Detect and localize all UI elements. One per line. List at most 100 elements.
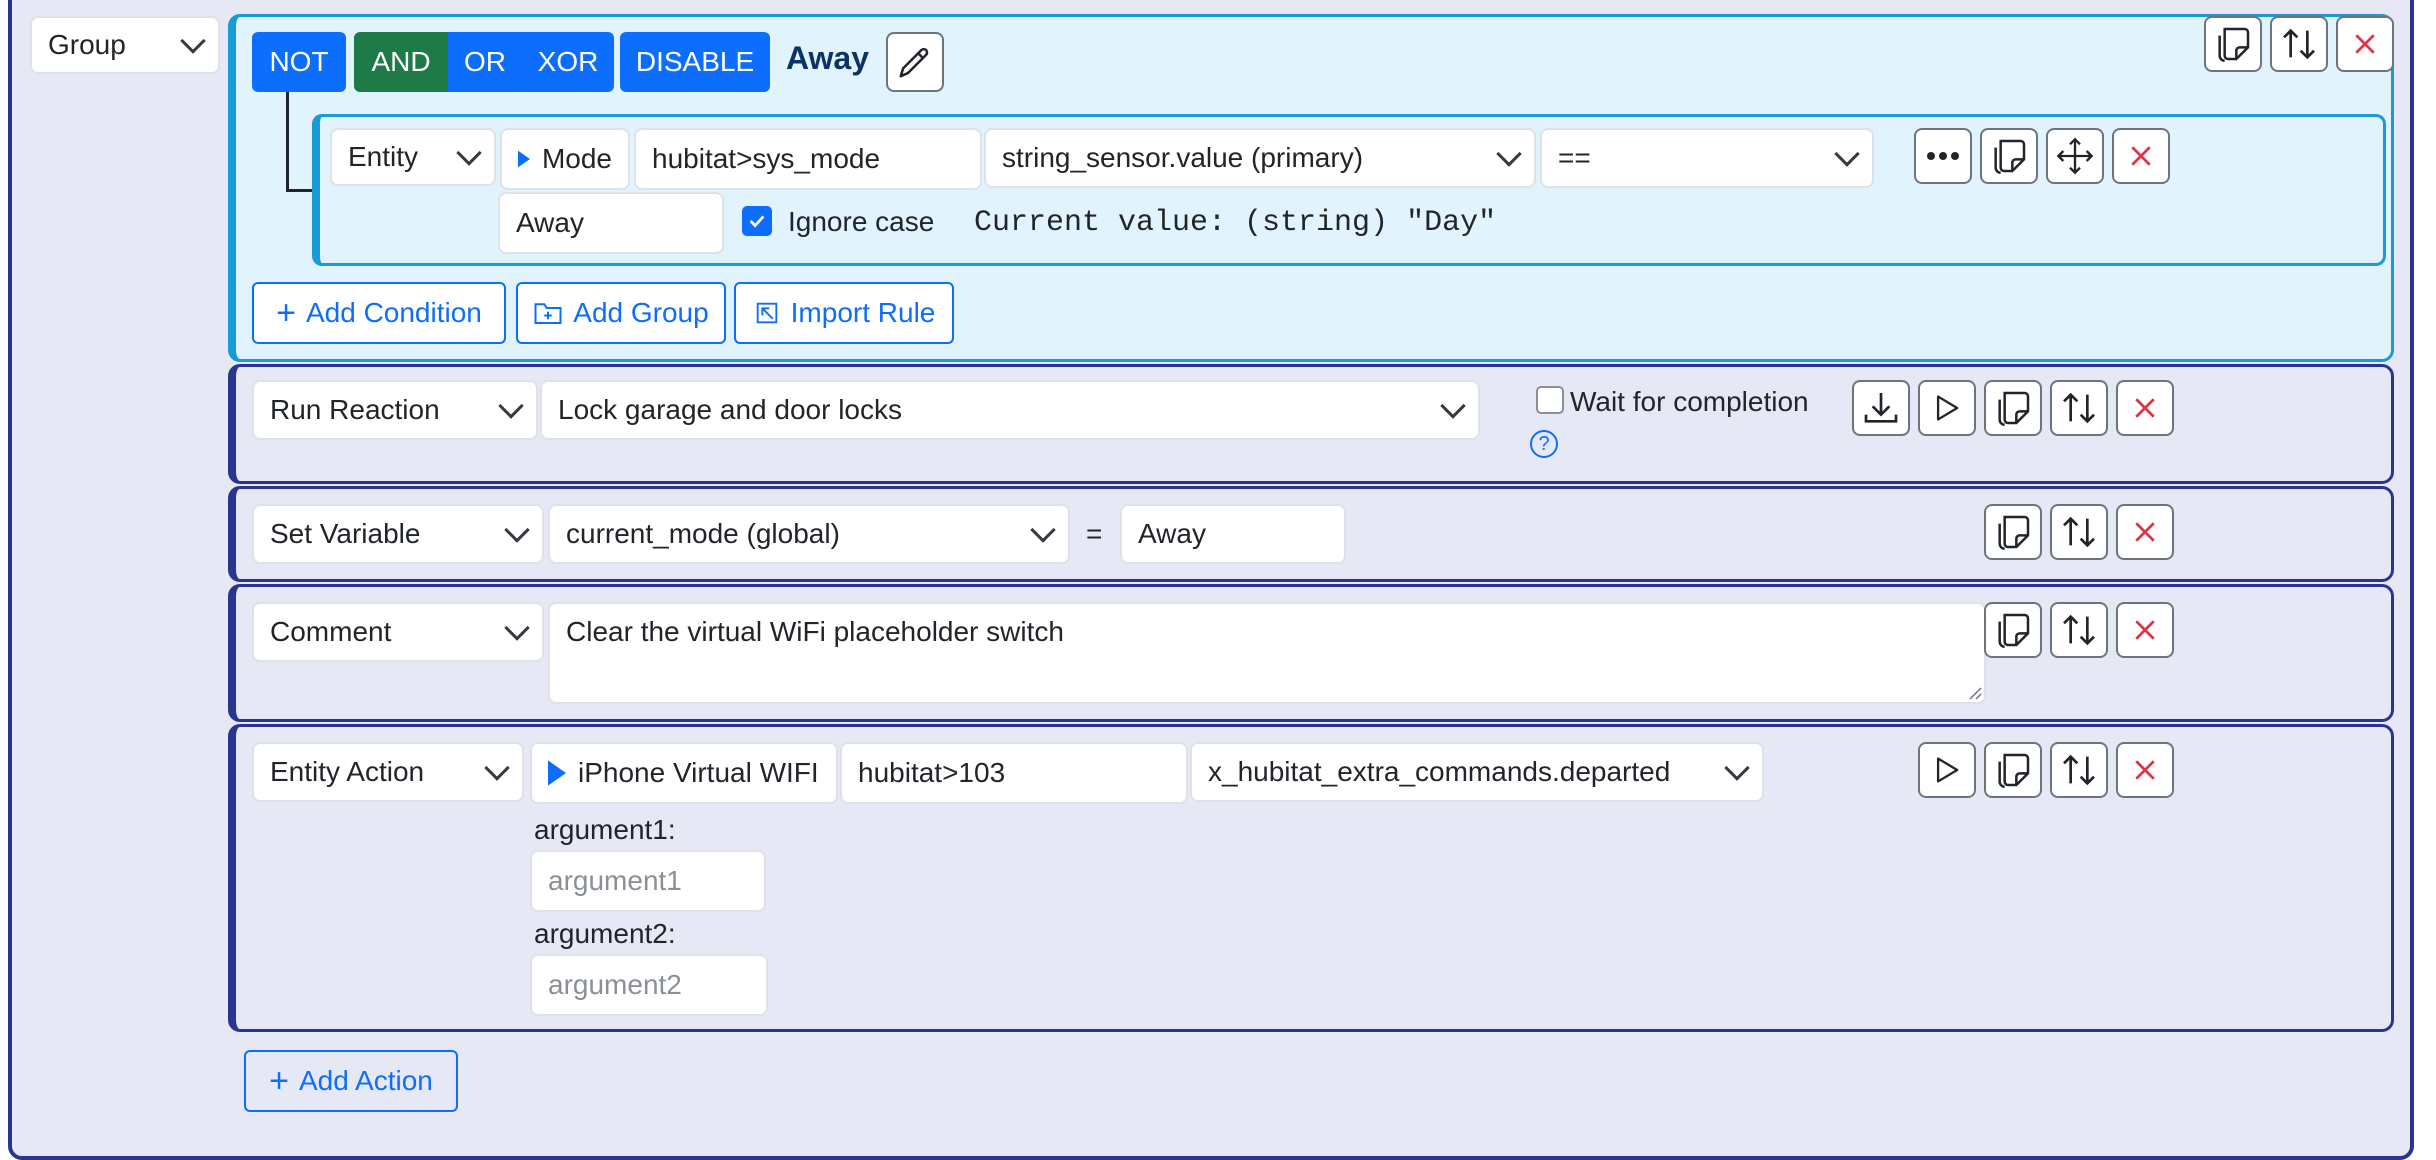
entity-id-field[interactable]: hubitat>sys_mode — [634, 128, 982, 190]
chevron-down-icon — [180, 28, 206, 54]
wait-for-completion-checkbox[interactable] — [1536, 386, 1564, 414]
delete-set-variable-button[interactable] — [2116, 504, 2174, 560]
edit-name-button[interactable] — [886, 32, 944, 92]
close-icon — [2131, 146, 2151, 166]
move-entity-action-button[interactable] — [2050, 742, 2108, 798]
add-condition-label: Add Condition — [305, 297, 482, 328]
argument1-field[interactable]: argument1 — [530, 850, 766, 912]
and-button[interactable]: AND — [354, 32, 448, 92]
sort-arrows-icon — [2063, 754, 2095, 786]
copy-condition-button[interactable] — [1980, 128, 2038, 184]
copy-set-variable-button[interactable] — [1984, 504, 2042, 560]
close-icon — [2135, 398, 2155, 418]
more-options-button[interactable] — [1914, 128, 1972, 184]
copy-icon — [1998, 753, 2030, 788]
or-button[interactable]: OR — [448, 32, 522, 92]
run-reaction-play-button[interactable] — [1918, 380, 1976, 436]
delete-condition-button[interactable] — [2112, 128, 2170, 184]
wait-for-completion-label: Wait for completion — [1570, 386, 1809, 417]
delete-group-button[interactable] — [2336, 16, 2394, 72]
move-group-button[interactable] — [2270, 16, 2328, 72]
group-type-select[interactable]: Group — [30, 16, 220, 74]
sort-arrows-icon — [2063, 392, 2095, 424]
run-reaction-type-select[interactable]: Run Reaction — [252, 380, 538, 440]
sort-arrows-icon — [2283, 28, 2315, 60]
import-rule-button[interactable]: Import Rule — [734, 282, 954, 344]
argument2-field[interactable]: argument2 — [530, 954, 768, 1016]
delete-entity-action-button[interactable] — [2116, 742, 2174, 798]
variable-select[interactable]: current_mode (global) — [548, 504, 1070, 564]
comment-textarea[interactable]: Clear the virtual WiFi placeholder switc… — [548, 602, 1986, 704]
action-entity-id-field[interactable]: hubitat>103 — [840, 742, 1188, 804]
chevron-down-icon — [484, 755, 510, 781]
play-triangle-icon — [548, 760, 566, 786]
ignore-case-checkbox[interactable] — [742, 206, 772, 236]
operator-select[interactable]: == — [1540, 128, 1874, 188]
entity-picker-button[interactable]: Mode — [500, 128, 630, 190]
action-entity-picker-button[interactable]: iPhone Virtual WIFI — [530, 742, 838, 804]
copy-group-button[interactable] — [2204, 16, 2262, 72]
not-button[interactable]: NOT — [252, 32, 346, 92]
group-type-value: Group — [48, 29, 126, 60]
reaction-select[interactable]: Lock garage and door locks — [540, 380, 1480, 440]
add-condition-button[interactable]: + Add Condition — [252, 282, 506, 344]
move-run-reaction-button[interactable] — [2050, 380, 2108, 436]
command-select[interactable]: x_hubitat_extra_commands.departed — [1190, 742, 1764, 802]
set-variable-type-select[interactable]: Set Variable — [252, 504, 544, 564]
xor-button[interactable]: XOR — [522, 32, 614, 92]
group-name: Away — [786, 40, 870, 76]
copy-icon — [1998, 613, 2030, 648]
delete-comment-button[interactable] — [2116, 602, 2174, 658]
play-icon — [1936, 395, 1959, 421]
action-entity-name: iPhone Virtual WIFI — [578, 757, 819, 788]
download-button[interactable] — [1852, 380, 1910, 436]
copy-entity-action-button[interactable] — [1984, 742, 2042, 798]
resize-handle-icon[interactable] — [1966, 684, 1982, 700]
entity-action-play-button[interactable] — [1918, 742, 1976, 798]
move-comment-button[interactable] — [2050, 602, 2108, 658]
add-action-label: Add Action — [298, 1065, 433, 1096]
check-icon — [749, 215, 765, 228]
sort-arrows-icon — [2063, 614, 2095, 646]
condition-value-field[interactable]: Away — [498, 192, 724, 254]
attribute-select[interactable]: string_sensor.value (primary) — [984, 128, 1536, 188]
argument1-label: argument1: — [534, 814, 676, 845]
chevron-down-icon — [1030, 517, 1056, 543]
close-icon — [2135, 760, 2155, 780]
ellipsis-icon — [1927, 152, 1959, 160]
copy-icon — [1998, 515, 2030, 550]
equals-sign: = — [1086, 518, 1103, 549]
chevron-down-icon — [1496, 141, 1522, 167]
variable-value-field[interactable]: Away — [1120, 504, 1346, 564]
copy-comment-button[interactable] — [1984, 602, 2042, 658]
chevron-down-icon — [456, 140, 482, 166]
copy-icon — [1998, 391, 2030, 426]
comment-text: Clear the virtual WiFi placeholder switc… — [566, 616, 1064, 647]
entity-action-type-value: Entity Action — [270, 756, 425, 787]
folder-plus-icon — [534, 303, 562, 324]
delete-run-reaction-button[interactable] — [2116, 380, 2174, 436]
entity-action-type-select[interactable]: Entity Action — [252, 742, 524, 802]
current-value-text: Current value: (string) "Day" — [974, 206, 1497, 240]
add-group-button[interactable]: Add Group — [516, 282, 726, 344]
move-set-variable-button[interactable] — [2050, 504, 2108, 560]
run-reaction-type-value: Run Reaction — [270, 394, 440, 425]
condition-type-select[interactable]: Entity — [330, 128, 496, 186]
add-group-label: Add Group — [573, 297, 709, 328]
chevron-down-icon — [504, 615, 530, 641]
move-arrows-icon — [2056, 137, 2094, 175]
copy-icon — [2218, 27, 2250, 62]
copy-run-reaction-button[interactable] — [1984, 380, 2042, 436]
help-icon[interactable]: ? — [1530, 430, 1558, 458]
import-icon — [756, 302, 777, 324]
reaction-value: Lock garage and door locks — [558, 394, 902, 425]
move-condition-button[interactable] — [2046, 128, 2104, 184]
add-action-button[interactable]: + Add Action — [244, 1050, 458, 1112]
sort-arrows-icon — [2063, 516, 2095, 548]
chevron-down-icon — [504, 517, 530, 543]
play-icon — [1936, 757, 1959, 783]
disable-button[interactable]: DISABLE — [620, 32, 770, 92]
operator-value: == — [1558, 142, 1591, 173]
comment-type-select[interactable]: Comment — [252, 602, 544, 662]
plus-icon: + — [276, 294, 296, 332]
